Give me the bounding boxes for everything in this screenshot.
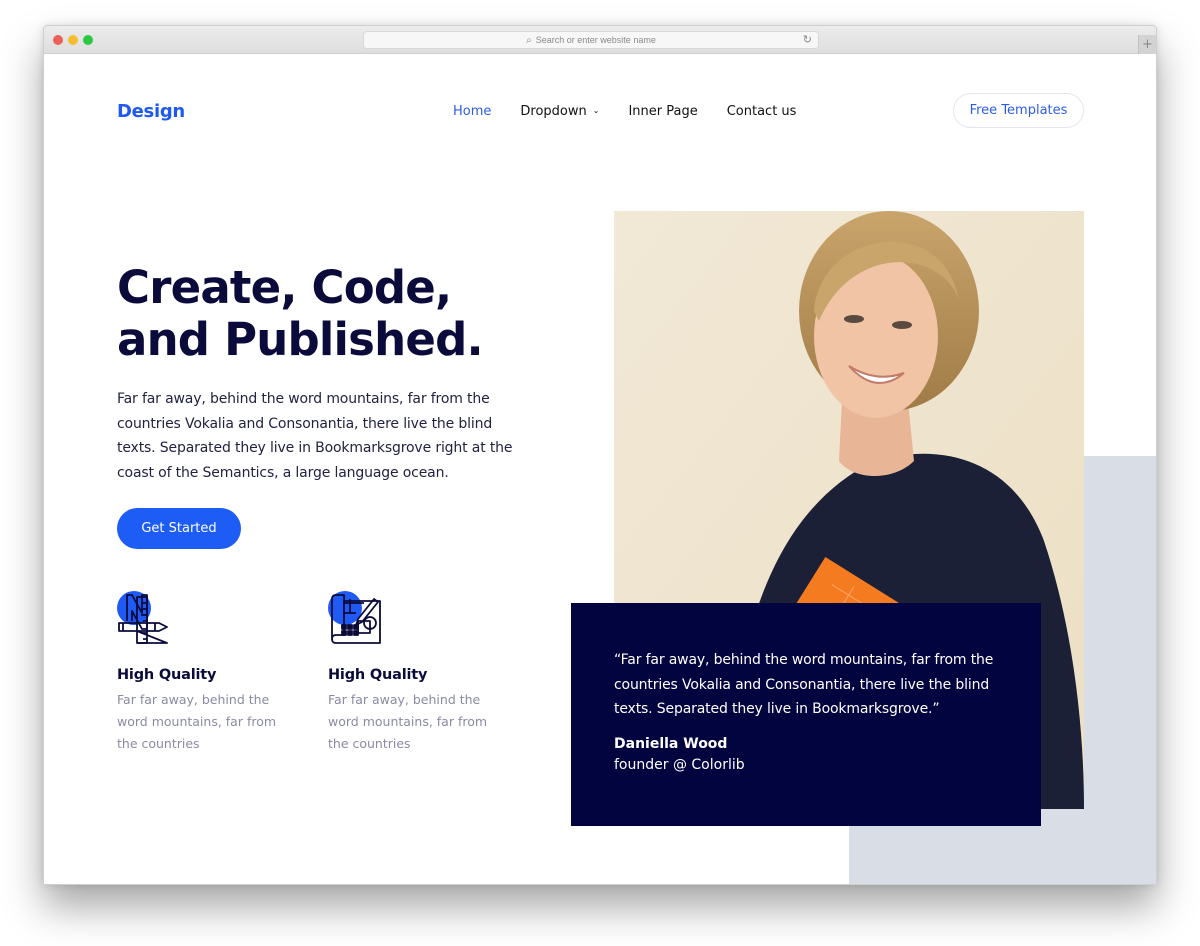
feature-card: High Quality Far far away, behind the wo… xyxy=(117,589,297,755)
nav-item-contact[interactable]: Contact us xyxy=(727,104,797,119)
main-nav: Home Dropdown ⌄ Inner Page Contact us xyxy=(453,104,825,119)
browser-titlebar: ⌕ Search or enter website name ↻ + xyxy=(44,26,1156,54)
hero-title-line-2: and Published. xyxy=(117,313,484,366)
maximize-window-button[interactable] xyxy=(83,35,93,45)
minimize-window-button[interactable] xyxy=(68,35,78,45)
plus-icon[interactable]: + xyxy=(1138,35,1156,54)
nav-item-label: Inner Page xyxy=(628,104,698,119)
browser-window: ⌕ Search or enter website name ↻ + Desig… xyxy=(43,25,1157,885)
site-logo[interactable]: Design xyxy=(117,101,185,122)
nav-item-inner-page[interactable]: Inner Page xyxy=(628,104,697,119)
feature-card: High Quality Far far away, behind the wo… xyxy=(328,589,508,755)
hero-title-line-1: Create, Code, xyxy=(117,261,452,314)
hero-title: Create, Code, and Published. xyxy=(117,262,557,366)
web-page: Design Home Dropdown ⌄ Inner Page Contact… xyxy=(44,54,1156,884)
design-tools-icon xyxy=(117,589,173,645)
feature-title: High Quality xyxy=(117,667,217,683)
chevron-down-icon: ⌄ xyxy=(592,106,600,115)
feature-text: Far far away, behind the word mountains,… xyxy=(117,692,277,751)
feature-text: Far far away, behind the word mountains,… xyxy=(328,692,488,751)
address-bar-placeholder: Search or enter website name xyxy=(535,35,656,45)
testimonial-author-role: founder @ Colorlib xyxy=(614,756,745,773)
close-window-button[interactable] xyxy=(53,35,63,45)
nav-item-home[interactable]: Home xyxy=(453,104,491,119)
reload-icon[interactable]: ↻ xyxy=(803,33,812,46)
get-started-button[interactable]: Get Started xyxy=(117,508,241,549)
nav-item-dropdown[interactable]: Dropdown ⌄ xyxy=(520,104,599,119)
feature-title: High Quality xyxy=(328,667,428,683)
nav-item-label: Dropdown xyxy=(520,104,587,119)
blueprint-icon xyxy=(328,589,384,645)
magnifier-icon: ⌕ xyxy=(526,34,532,46)
testimonial-quote: “Far far away, behind the word mountains… xyxy=(614,652,994,717)
nav-item-label: Contact us xyxy=(726,104,797,119)
testimonial-author-name: Daniella Wood xyxy=(614,735,728,752)
testimonial-card: “Far far away, behind the word mountains… xyxy=(571,603,1041,826)
free-templates-button[interactable]: Free Templates xyxy=(953,93,1084,128)
hero-description: Far far away, behind the word mountains,… xyxy=(117,391,513,481)
nav-item-label: Home xyxy=(453,104,492,119)
address-bar[interactable]: ⌕ Search or enter website name ↻ xyxy=(363,31,819,49)
